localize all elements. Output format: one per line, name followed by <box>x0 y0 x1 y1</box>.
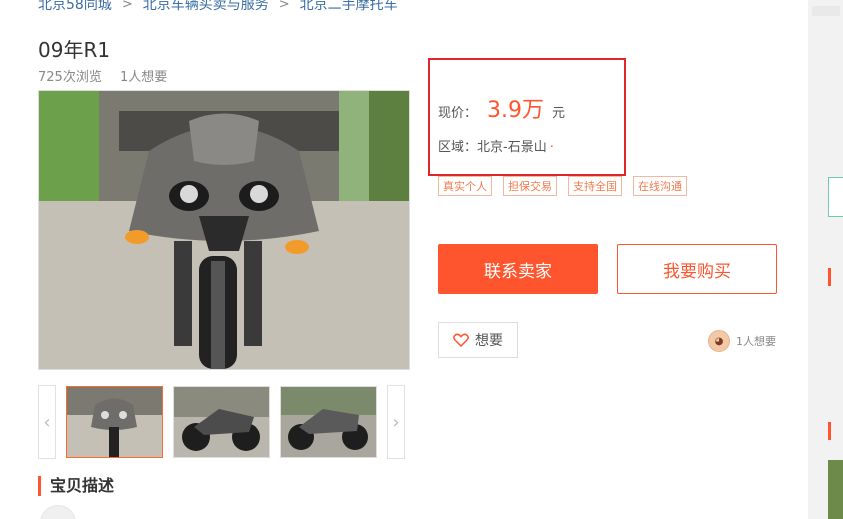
region-row: 区域：北京-石景山 · <box>438 136 554 155</box>
thumbnail-strip: ‹ › <box>38 385 405 459</box>
price-value: 3.9万 <box>487 98 545 123</box>
main-photo[interactable] <box>38 90 410 370</box>
breadcrumb-item-motorcycles[interactable]: 北京二手摩托车 <box>300 0 398 14</box>
region-dot: · <box>549 140 554 155</box>
view-count: 725次浏览 <box>38 70 102 85</box>
chevron-right-icon[interactable]: › <box>387 385 405 459</box>
sidebar-section-marker <box>828 268 831 286</box>
region-label: 区域： <box>438 140 478 155</box>
thumbnail-3[interactable] <box>280 386 377 458</box>
price-unit: 元 <box>552 106 566 121</box>
description-section-title: 宝贝描述 <box>38 476 114 496</box>
tag-nationwide: 支持全国 <box>568 176 622 196</box>
motorcycle-photo <box>39 91 409 369</box>
right-sidebar <box>808 0 843 519</box>
price-row: 现价： 3.9万 元 <box>438 92 565 124</box>
listing-stats: 725次浏览 1人想要 <box>38 66 167 85</box>
listing-page: 北京58同城 > 北京车辆买卖与服务 > 北京二手摩托车 09年R1 725次浏… <box>0 0 843 519</box>
breadcrumb-item-vehicles[interactable]: 北京车辆买卖与服务 <box>143 0 269 14</box>
price-label: 现价： <box>438 106 478 121</box>
buy-button[interactable]: 我要购买 <box>617 244 777 294</box>
want-count-text: 1人想要 <box>119 70 168 85</box>
thumbnail-1[interactable] <box>66 386 163 458</box>
contact-seller-button[interactable]: 联系卖家 <box>438 244 598 294</box>
thumbnail-2[interactable] <box>173 386 270 458</box>
sidebar-section-marker <box>828 422 831 440</box>
sidebar-thumbnail[interactable] <box>828 460 843 519</box>
breadcrumb-item-city[interactable]: 北京58同城 <box>38 0 112 14</box>
seller-avatar <box>40 505 76 519</box>
tag-online-chat: 在线沟通 <box>633 176 687 196</box>
sidebar-top-element <box>812 6 840 16</box>
sidebar-box[interactable] <box>828 177 843 217</box>
want-button[interactable]: 想要 <box>438 322 518 358</box>
tag-real-person: 真实个人 <box>438 176 492 196</box>
region-value[interactable]: 北京-石景山 <box>477 140 547 155</box>
chevron-left-icon[interactable]: ‹ <box>38 385 56 459</box>
heart-icon <box>453 333 469 347</box>
breadcrumb-separator: > <box>278 0 290 12</box>
want-count: ◕ 1人想要 <box>708 330 776 352</box>
breadcrumb-separator: > <box>121 0 133 12</box>
tag-escrow: 担保交易 <box>503 176 557 196</box>
want-count-label: 1人想要 <box>736 335 776 348</box>
listing-title: 09年R1 <box>38 38 111 62</box>
user-avatar-icon: ◕ <box>708 330 730 352</box>
service-tags: 真实个人 担保交易 支持全国 在线沟通 <box>438 176 687 196</box>
breadcrumb: 北京58同城 > 北京车辆买卖与服务 > 北京二手摩托车 <box>38 0 398 14</box>
want-button-label: 想要 <box>475 333 503 349</box>
